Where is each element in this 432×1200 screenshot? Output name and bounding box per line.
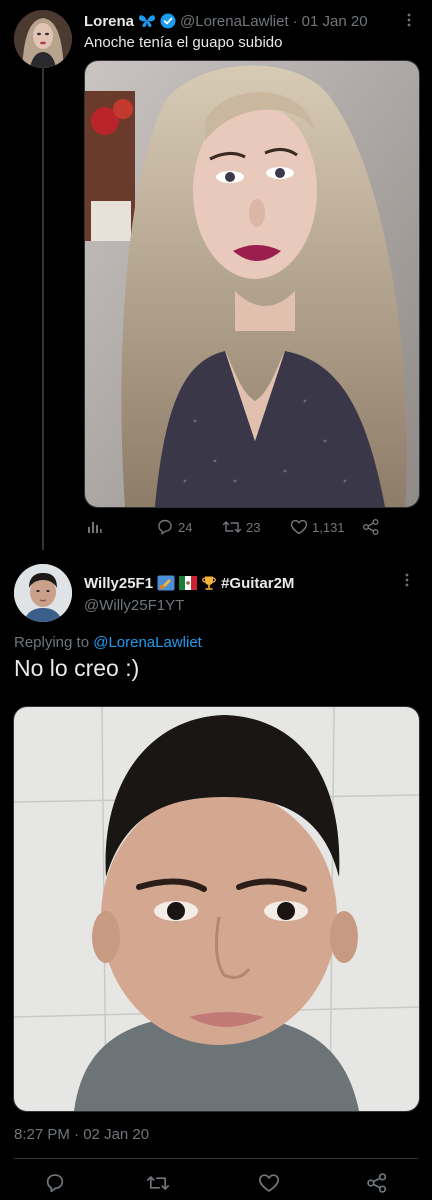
- tweet1-text: Anoche tenía el guapo subido: [84, 34, 283, 51]
- tweet2-handle[interactable]: @Willy25F1YT: [84, 597, 184, 614]
- verified-badge-icon: [160, 13, 176, 29]
- tweet2-action-bar: [14, 1170, 418, 1198]
- tweet2-time: 8:27 PM: [14, 1126, 70, 1143]
- analytics-button[interactable]: [86, 514, 102, 540]
- share-icon: [366, 1172, 388, 1194]
- reply-count: 24: [178, 519, 193, 535]
- retweet-count: 23: [246, 519, 261, 535]
- tweet2-more-icon[interactable]: [402, 572, 412, 593]
- tweet2-timestamp[interactable]: 8:27 PM · 02 Jan 20: [14, 1126, 149, 1143]
- analytics-icon: [86, 519, 102, 535]
- thread-connector-line: [42, 68, 44, 550]
- tweet1-action-bar: 24 23 1,131: [84, 514, 418, 540]
- willy-avatar[interactable]: [14, 564, 72, 622]
- retweet-icon: [146, 1173, 170, 1193]
- tweet2-hashtag-badge: #Guitar2M: [221, 574, 295, 592]
- replying-to-line: Replying to @LorenaLawliet: [14, 634, 202, 651]
- tweet2-share-button[interactable]: [366, 1170, 388, 1196]
- reply-icon: [44, 1172, 66, 1194]
- tweet1-like-button[interactable]: 1,131: [290, 514, 345, 540]
- share-icon: [362, 518, 380, 536]
- guitar-emoji-icon: [157, 575, 175, 591]
- butterfly-emoji-icon: [138, 13, 156, 29]
- tweet1-photo[interactable]: [84, 60, 420, 508]
- tweet2-reply-button[interactable]: [44, 1170, 66, 1196]
- tweet1-author-name[interactable]: Lorena: [84, 13, 134, 30]
- mexico-flag-icon: [179, 576, 198, 590]
- tweet2-separator: ·: [74, 1126, 80, 1143]
- reply-icon: [156, 518, 174, 536]
- trophy-emoji-icon: [201, 575, 217, 591]
- tweet1-header: Lorena @LorenaLawliet · 01 Jan 20: [84, 10, 424, 32]
- tweet1-more-icon[interactable]: [404, 12, 414, 33]
- tweet2-photo[interactable]: [13, 706, 420, 1112]
- tweet1-date[interactable]: 01 Jan 20: [302, 13, 368, 30]
- tweet1-reply-button[interactable]: 24: [156, 514, 192, 540]
- like-count: 1,131: [312, 519, 345, 535]
- action-divider: [14, 1158, 418, 1159]
- replying-prefix: Replying to: [14, 634, 94, 651]
- tweet2-author-name[interactable]: Willy25F1: [84, 575, 153, 592]
- tweet2-text: No lo creo :): [14, 655, 140, 681]
- tweet1-retweet-button[interactable]: 23: [222, 514, 260, 540]
- replying-to-mention[interactable]: @LorenaLawliet: [93, 634, 202, 651]
- retweet-icon: [222, 519, 242, 535]
- tweet2-header: Willy25F1 #Guitar2M: [84, 572, 294, 594]
- tweet2-date: 02 Jan 20: [83, 1126, 150, 1143]
- lorena-avatar[interactable]: [14, 10, 72, 68]
- tweet2-like-button[interactable]: [258, 1170, 280, 1196]
- tweet1-separator: ·: [292, 12, 298, 30]
- tweet1-handle[interactable]: @LorenaLawliet: [180, 13, 289, 30]
- tweet2-retweet-button[interactable]: [146, 1170, 170, 1196]
- heart-icon: [258, 1173, 280, 1193]
- heart-icon: [290, 519, 308, 535]
- tweet1-share-button[interactable]: [362, 514, 380, 540]
